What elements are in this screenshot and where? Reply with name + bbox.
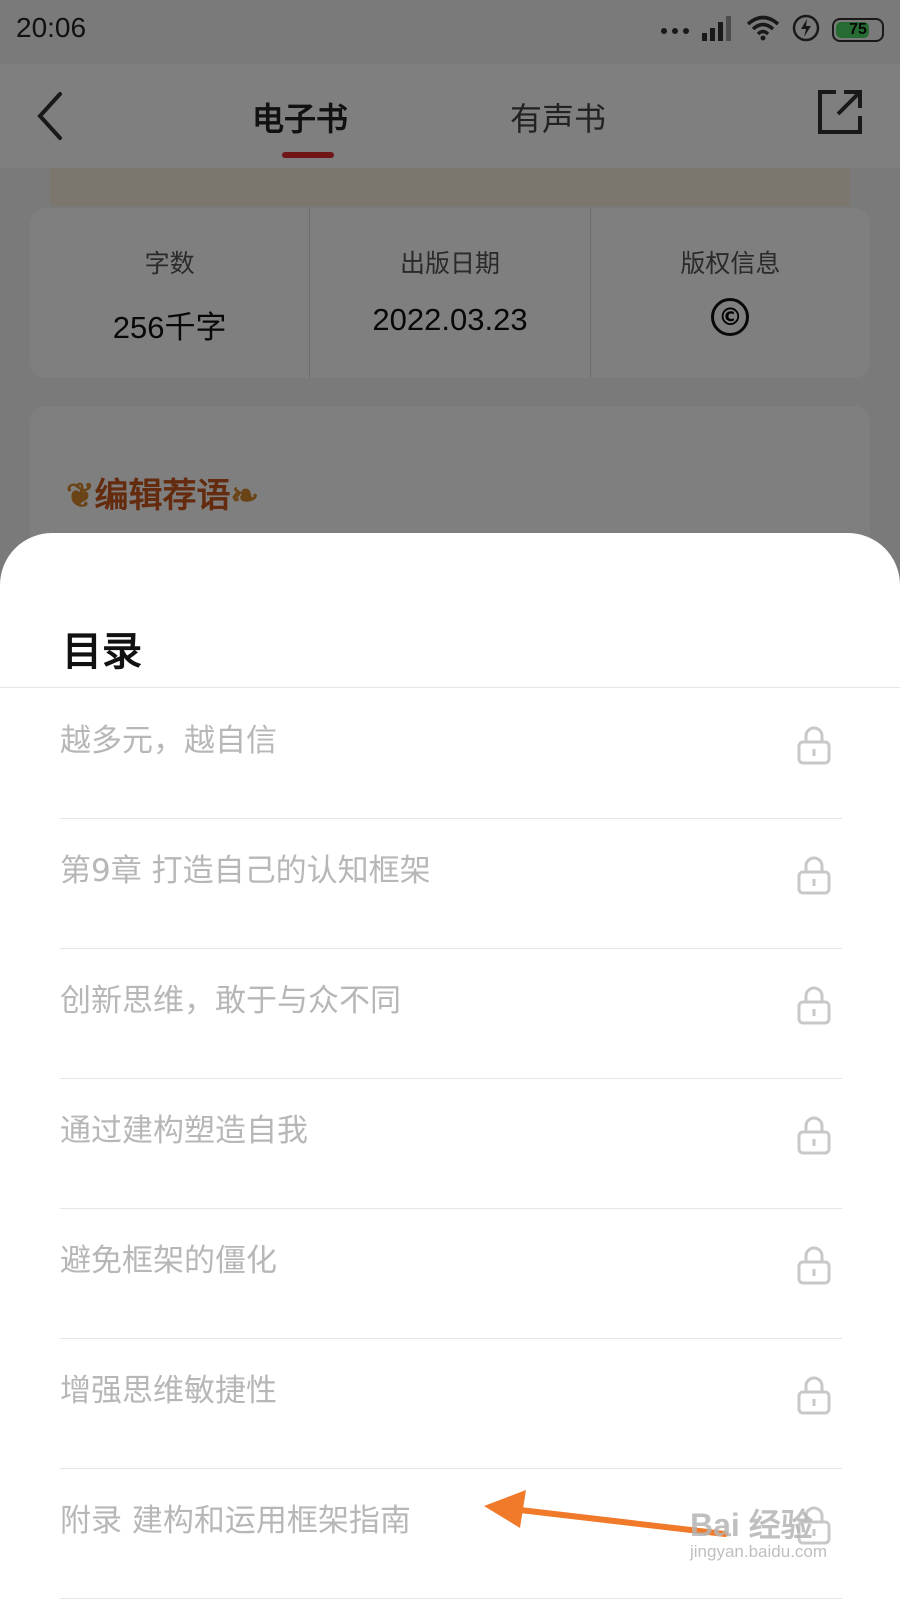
- toc-item-label: 增强思维敏捷性: [60, 1373, 277, 1409]
- toc-item-label: 通过建构塑造自我: [60, 1113, 308, 1149]
- toc-item-label: 创新思维，敢于与众不同: [60, 983, 401, 1019]
- toc-item[interactable]: 越多元，越自信: [60, 689, 842, 819]
- lock-icon: [797, 986, 831, 1025]
- lock-icon: [797, 856, 831, 895]
- toc-item[interactable]: 创新思维，敢于与众不同: [60, 949, 842, 1079]
- toc-title: 目录: [62, 629, 142, 675]
- watermark-url: jingyan.baidu.com: [690, 1542, 828, 1561]
- toc-item[interactable]: 增强思维敏捷性: [60, 1339, 842, 1469]
- toc-item-label: 附录 建构和运用框架指南: [60, 1503, 411, 1539]
- toc-item-label: 第9章 打造自己的认知框架: [60, 853, 431, 889]
- watermark-logo: Bai 经验: [690, 1507, 813, 1543]
- toc-item-label: 越多元，越自信: [60, 723, 277, 759]
- divider: [0, 687, 900, 688]
- toc-item[interactable]: 第9章 打造自己的认知框架: [60, 819, 842, 949]
- toc-list: 越多元，越自信 第9章 打造自己的认知框架 创新思维，敢于与众不同 通过建构塑造…: [60, 689, 842, 1599]
- toc-item[interactable]: 避免框架的僵化: [60, 1209, 842, 1339]
- lock-icon: [797, 1116, 831, 1155]
- toc-item-label: 避免框架的僵化: [60, 1243, 277, 1279]
- toc-bottom-sheet: 目录 越多元，越自信 第9章 打造自己的认知框架 创新思维，敢于与众不同 通过建…: [0, 533, 900, 1600]
- lock-icon: [797, 726, 831, 765]
- lock-icon: [797, 1376, 831, 1415]
- toc-item[interactable]: 通过建构塑造自我: [60, 1079, 842, 1209]
- lock-icon: [797, 1246, 831, 1285]
